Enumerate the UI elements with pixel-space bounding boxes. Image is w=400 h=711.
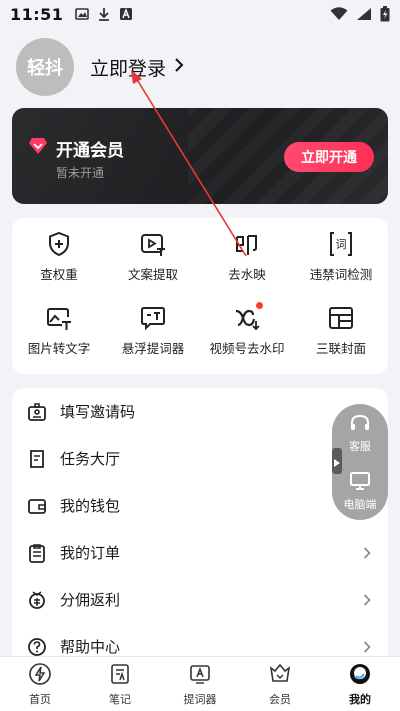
tool-check-weight[interactable]: 查权重 bbox=[12, 228, 106, 302]
chevron-right-icon bbox=[360, 546, 374, 560]
nav-prompter[interactable]: 提词器 bbox=[160, 657, 240, 711]
nav-notes[interactable]: 笔记 bbox=[80, 657, 160, 711]
nav-me[interactable]: 我的 bbox=[320, 657, 400, 711]
tool-image-to-text[interactable]: 图片转文字 bbox=[12, 302, 106, 376]
tool-label: 图片转文字 bbox=[27, 341, 91, 356]
channels-watermark-icon bbox=[233, 302, 263, 332]
shield-plus-icon bbox=[45, 230, 73, 258]
commission-icon bbox=[26, 589, 48, 611]
tool-label: 悬浮提词器 bbox=[121, 341, 185, 356]
triple-cover-icon bbox=[327, 304, 355, 332]
chevron-right-icon bbox=[174, 56, 184, 78]
list-item-label: 我的钱包 bbox=[60, 497, 121, 515]
vip-card: 开通会员 暂未开通 立即开通 bbox=[12, 108, 388, 204]
tool-remove-watermark[interactable]: 去水映 bbox=[200, 228, 294, 302]
nav-label: 我的 bbox=[349, 692, 371, 706]
nav-member[interactable]: 会员 bbox=[240, 657, 320, 711]
tool-label: 违禁词检测 bbox=[309, 267, 373, 282]
note-icon bbox=[108, 662, 132, 689]
image-icon bbox=[75, 7, 90, 21]
app-a-icon bbox=[119, 7, 133, 21]
svg-text:词: 词 bbox=[336, 238, 347, 251]
chevron-right-icon bbox=[360, 593, 374, 607]
invite-card-icon bbox=[26, 401, 48, 423]
nav-home[interactable]: 首页 bbox=[0, 657, 80, 711]
login-link[interactable]: 立即登录 bbox=[90, 54, 184, 81]
tool-label: 去水映 bbox=[228, 267, 266, 282]
new-badge-dot bbox=[256, 302, 263, 309]
tool-floating-prompter[interactable]: 悬浮提词器 bbox=[106, 302, 200, 376]
list-item-label: 填写邀请码 bbox=[60, 403, 136, 421]
home-bolt-icon bbox=[28, 662, 52, 689]
chevron-right-icon bbox=[360, 640, 374, 654]
video-text-icon bbox=[139, 230, 167, 258]
triangle-right-icon bbox=[334, 452, 340, 471]
list-item-label: 任务大厅 bbox=[60, 450, 121, 468]
tool-label: 查权重 bbox=[40, 267, 78, 282]
list-item-commission[interactable]: 分佣返利 bbox=[12, 576, 388, 623]
tool-label: 三联封面 bbox=[315, 341, 366, 356]
order-icon bbox=[26, 542, 48, 564]
monitor-icon bbox=[349, 471, 371, 494]
stamp-icon bbox=[233, 230, 261, 258]
word-check-icon: 词 bbox=[327, 230, 355, 258]
task-icon bbox=[26, 448, 48, 470]
prompter-nav-icon bbox=[188, 662, 212, 689]
list-item-label: 分佣返利 bbox=[60, 591, 121, 609]
battery-icon bbox=[380, 6, 390, 22]
wallet-icon bbox=[26, 495, 48, 517]
avatar[interactable]: 轻抖 bbox=[16, 38, 74, 96]
service-label: 客服 bbox=[349, 439, 371, 453]
image-text-icon bbox=[45, 304, 73, 332]
nav-label: 提词器 bbox=[183, 692, 217, 706]
status-bar: 11:51 bbox=[0, 0, 400, 28]
list-item-orders[interactable]: 我的订单 bbox=[12, 529, 388, 576]
vip-title-row: 开通会员 bbox=[28, 136, 124, 161]
avatar-logo-text: 轻抖 bbox=[27, 58, 63, 79]
tools-grid: 查权重 文案提取 去水映 词 违禁词检测 图片转文字 悬浮提词器 视频号去水印 … bbox=[12, 218, 388, 374]
tool-label: 视频号去水印 bbox=[209, 341, 285, 356]
login-label: 立即登录 bbox=[90, 57, 167, 80]
me-icon bbox=[348, 662, 372, 689]
vip-status: 暂未开通 bbox=[56, 166, 105, 180]
profile-header: 轻抖 立即登录 bbox=[16, 38, 184, 96]
desktop-button[interactable]: 电脑端 bbox=[344, 471, 377, 512]
crown-icon bbox=[268, 662, 292, 689]
download-icon bbox=[97, 7, 111, 21]
headset-icon bbox=[349, 413, 371, 436]
tool-copy-extract[interactable]: 文案提取 bbox=[106, 228, 200, 302]
desktop-label: 电脑端 bbox=[343, 497, 377, 511]
vip-title: 开通会员 bbox=[56, 141, 124, 161]
list-item-label: 帮助中心 bbox=[60, 638, 121, 656]
status-system-icons bbox=[330, 6, 390, 22]
open-vip-button[interactable]: 立即开通 bbox=[284, 142, 374, 172]
prompter-icon bbox=[139, 304, 167, 332]
help-icon bbox=[26, 636, 48, 658]
bottom-nav: 首页 笔记 提词器 会员 我的 bbox=[0, 656, 400, 711]
tool-banned-words[interactable]: 词 违禁词检测 bbox=[294, 228, 388, 302]
status-notification-icons bbox=[75, 7, 133, 21]
tool-triple-cover[interactable]: 三联封面 bbox=[294, 302, 388, 376]
nav-label: 会员 bbox=[269, 692, 291, 706]
collapse-panel-handle[interactable] bbox=[332, 448, 342, 474]
tool-channels-watermark[interactable]: 视频号去水印 bbox=[200, 302, 294, 376]
nav-label: 笔记 bbox=[109, 692, 131, 706]
tool-label: 文案提取 bbox=[127, 267, 178, 282]
nav-label: 首页 bbox=[29, 692, 51, 706]
list-item-label: 我的订单 bbox=[60, 544, 121, 562]
customer-service-button[interactable]: 客服 bbox=[349, 413, 371, 454]
wifi-icon bbox=[330, 7, 348, 21]
diamond-icon bbox=[28, 137, 48, 160]
signal-icon bbox=[356, 7, 372, 21]
status-time: 11:51 bbox=[10, 4, 64, 24]
